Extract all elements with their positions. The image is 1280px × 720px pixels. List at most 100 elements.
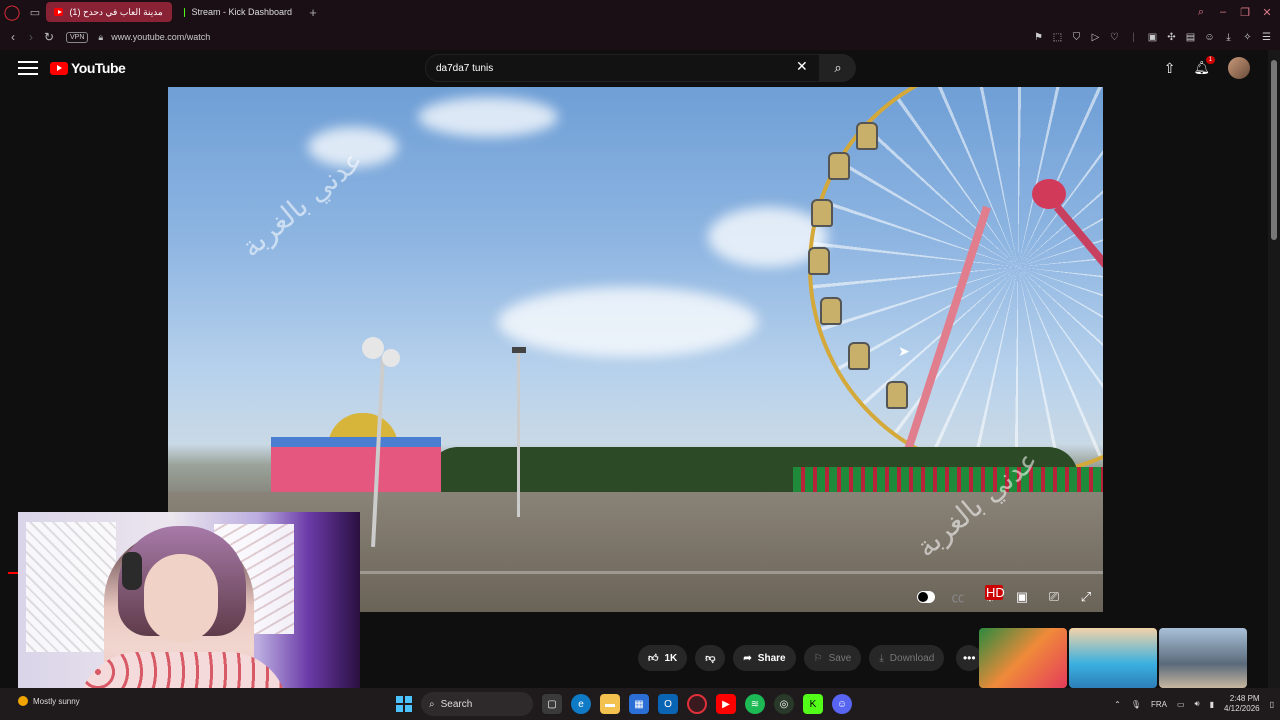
ai-icon[interactable]: ✧ — [1240, 32, 1255, 43]
download-button[interactable]: ⤓ Download — [869, 645, 945, 671]
start-button[interactable] — [396, 696, 412, 712]
ferris-wheel — [808, 87, 1103, 477]
autoplay-toggle[interactable] — [917, 590, 935, 603]
save-button[interactable]: ⚐ Save — [803, 645, 862, 671]
notifications-button[interactable]: 🔔︎ 1 — [1193, 56, 1215, 76]
thumbs-down-icon: 👎︎ — [705, 653, 716, 664]
related-videos — [979, 628, 1247, 688]
related-thumbnail[interactable] — [979, 628, 1067, 688]
bookmark-icon: ⚐ — [813, 652, 823, 664]
store-icon[interactable]: ▦ — [629, 694, 649, 714]
network-icon[interactable]: ▭ — [1177, 700, 1185, 709]
game-icon[interactable]: ◎ — [774, 694, 794, 714]
download-icon: ⤓ — [879, 652, 884, 664]
close-window-button[interactable]: ✕ — [1258, 6, 1276, 19]
like-count: 1K — [664, 652, 678, 664]
divider: | — [1132, 31, 1135, 43]
lock-icon[interactable]: 🔒︎ — [98, 32, 103, 43]
scrubber-marker — [8, 572, 18, 574]
miniplayer-icon[interactable]: ▣ — [1013, 589, 1031, 605]
edge-icon[interactable]: e — [571, 694, 591, 714]
captions-icon[interactable]: ㏄ — [949, 587, 967, 606]
gondola — [886, 381, 908, 409]
battery-icon[interactable]: ▮ — [1210, 700, 1214, 709]
play-icon[interactable]: ▷ — [1088, 32, 1103, 43]
window-controls: ⌕ – ❐ ✕ — [1192, 0, 1280, 24]
search-value: da7da7 tunis — [436, 62, 494, 74]
windows-taskbar: Mostly sunny ⌕ Search ▢ e ▬ ▦ O ▶ ≋ ◎ K … — [0, 688, 1280, 720]
wallet-icon[interactable]: ▤ — [1183, 32, 1198, 43]
kick-app-icon[interactable]: K — [803, 694, 823, 714]
maximize-button[interactable]: ❐ — [1236, 6, 1254, 19]
player-controls: ㏄ ⚙HD ▣ ⎚ ⤢ — [917, 584, 1095, 606]
taskbar-search[interactable]: ⌕ Search — [421, 692, 533, 716]
heart-poster — [26, 522, 116, 652]
upload-icon[interactable]: ⇧ — [1164, 60, 1176, 77]
gondola — [820, 297, 842, 325]
hd-badge: HD — [985, 584, 1005, 600]
youtube-logo-text: YouTube — [71, 60, 126, 76]
vpn-badge[interactable]: VPN — [66, 31, 89, 43]
scrollbar-thumb[interactable] — [1271, 60, 1277, 240]
opera-icon[interactable] — [687, 694, 707, 714]
dislike-button[interactable]: 👎︎ — [695, 645, 726, 671]
video-actions: 👍︎ 1K 👎︎ ➦ Share ⚐ Save ⤓ Download ••• — [638, 645, 983, 671]
youtube-play-icon — [50, 61, 68, 75]
file-explorer-icon[interactable]: ▬ — [600, 694, 620, 714]
gondola — [828, 152, 850, 180]
gondola — [856, 122, 878, 150]
account-icon[interactable]: ☺ — [1202, 32, 1217, 43]
settings-button[interactable]: ⚙HD — [981, 584, 1005, 605]
download-icon[interactable]: ⤓ — [1221, 32, 1236, 43]
search-tabs-icon[interactable]: ⌕ — [1192, 6, 1210, 19]
reload-button[interactable]: ↻ — [40, 30, 58, 44]
extension-icon[interactable]: ▣ — [1145, 32, 1160, 43]
avatar[interactable] — [1228, 57, 1250, 79]
tab-youtube[interactable]: (1) أكبر مدينة العاب في دحدح — [46, 2, 172, 22]
language-indicator[interactable]: FRA — [1151, 700, 1167, 709]
search-input[interactable]: da7da7 tunis — [425, 54, 820, 82]
share-button[interactable]: ➦ Share — [733, 645, 796, 671]
lamp — [362, 337, 384, 359]
spotify-icon[interactable]: ≋ — [745, 694, 765, 714]
weather-widget[interactable]: Mostly sunny — [18, 696, 80, 706]
search-button[interactable]: ⌕ — [820, 54, 856, 82]
cast-icon[interactable]: ⎚ — [1045, 589, 1063, 605]
gondola — [848, 342, 870, 370]
minimize-button[interactable]: – — [1214, 6, 1232, 18]
tab-manager-icon[interactable]: ▭ — [24, 0, 46, 24]
notification-center-icon[interactable]: ▯ — [1270, 700, 1274, 709]
back-button[interactable]: ‹ — [4, 30, 22, 44]
task-view-icon[interactable]: ▢ — [542, 694, 562, 714]
opera-logo-icon[interactable]: ◯ — [0, 0, 24, 24]
outlook-icon[interactable]: O — [658, 694, 678, 714]
microphone-icon[interactable]: 🎙︎ — [1131, 700, 1141, 709]
like-button[interactable]: 👍︎ 1K — [638, 645, 688, 671]
clear-search-icon[interactable]: ✕ — [796, 58, 808, 75]
ferris-wheel-hub — [1032, 179, 1066, 209]
volume-icon[interactable]: 🔊︎ — [1195, 699, 1200, 709]
related-thumbnail[interactable] — [1069, 628, 1157, 688]
url-field[interactable]: www.youtube.com/watch — [111, 32, 210, 42]
shield-icon[interactable]: ⛉ — [1069, 32, 1084, 43]
clock[interactable]: 2:48 PM 4/12/2026 — [1224, 694, 1260, 714]
youtube-app-icon[interactable]: ▶ — [716, 694, 736, 714]
new-tab-button[interactable]: + — [304, 5, 322, 20]
menu-icon[interactable]: ☰ — [1259, 32, 1274, 43]
discord-icon[interactable]: ☺ — [832, 694, 852, 714]
chevron-up-icon[interactable]: ⌃ — [1114, 700, 1121, 709]
tab-kick[interactable]: Stream - Kick Dashboard — [176, 2, 300, 22]
bookmark-icon[interactable]: ⚑ — [1031, 32, 1046, 43]
fullscreen-icon[interactable]: ⤢ — [1077, 589, 1095, 605]
hamburger-menu-icon[interactable] — [18, 61, 38, 75]
puzzle-icon[interactable]: ✣ — [1164, 32, 1179, 43]
notification-badge: 1 — [1205, 56, 1215, 64]
page-scrollbar[interactable] — [1268, 50, 1280, 690]
webcam-overlay — [18, 512, 360, 705]
heart-icon[interactable]: ♡ — [1107, 32, 1122, 43]
snapshot-icon[interactable]: ⬚ — [1050, 32, 1065, 43]
related-thumbnail[interactable] — [1159, 628, 1247, 688]
search-icon: ⌕ — [429, 698, 435, 710]
youtube-logo[interactable]: YouTube — [50, 60, 126, 76]
forward-button[interactable]: › — [22, 30, 40, 44]
